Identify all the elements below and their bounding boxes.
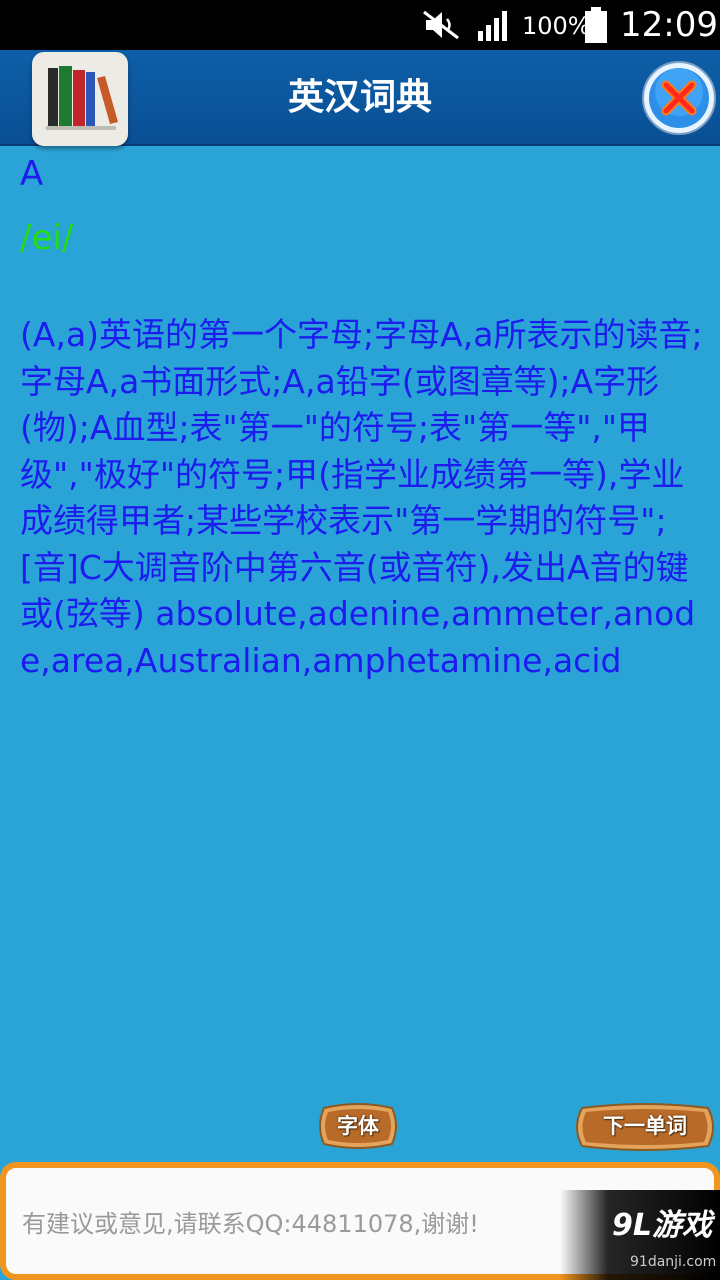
mute-icon (423, 10, 459, 40)
font-button[interactable]: 字体 (316, 1102, 400, 1150)
page-title: 英汉词典 (287, 77, 432, 118)
next-word-button[interactable]: 下一单词 (572, 1102, 718, 1152)
status-bar: 100% 12:09 (0, 0, 720, 50)
signal-icon (478, 11, 507, 41)
dictionary-entry: A /ei/ (A,a)英语的第一个字母;字母A,a所表示的读音;字母A,a书面… (20, 150, 710, 684)
entry-phonetic: /ei/ (20, 218, 74, 258)
battery-percent: 100% (522, 12, 591, 40)
entry-definition: (A,a)英语的第一个字母;字母A,a所表示的读音;字母A,a书面形式;A,a铅… (20, 315, 703, 680)
close-icon[interactable] (641, 60, 717, 136)
entry-word: A (20, 154, 44, 194)
watermark-logo: 9L游戏 (612, 1208, 712, 1243)
feedback-text: 有建议或意见,请联系QQ:44811078,谢谢! (22, 1210, 479, 1238)
next-word-button-label: 下一单词 (603, 1114, 687, 1138)
clock: 12:09 (620, 5, 718, 45)
battery-icon (585, 7, 607, 43)
font-button-label: 字体 (337, 1114, 379, 1138)
watermark-site: 91danji.com (630, 1254, 717, 1270)
